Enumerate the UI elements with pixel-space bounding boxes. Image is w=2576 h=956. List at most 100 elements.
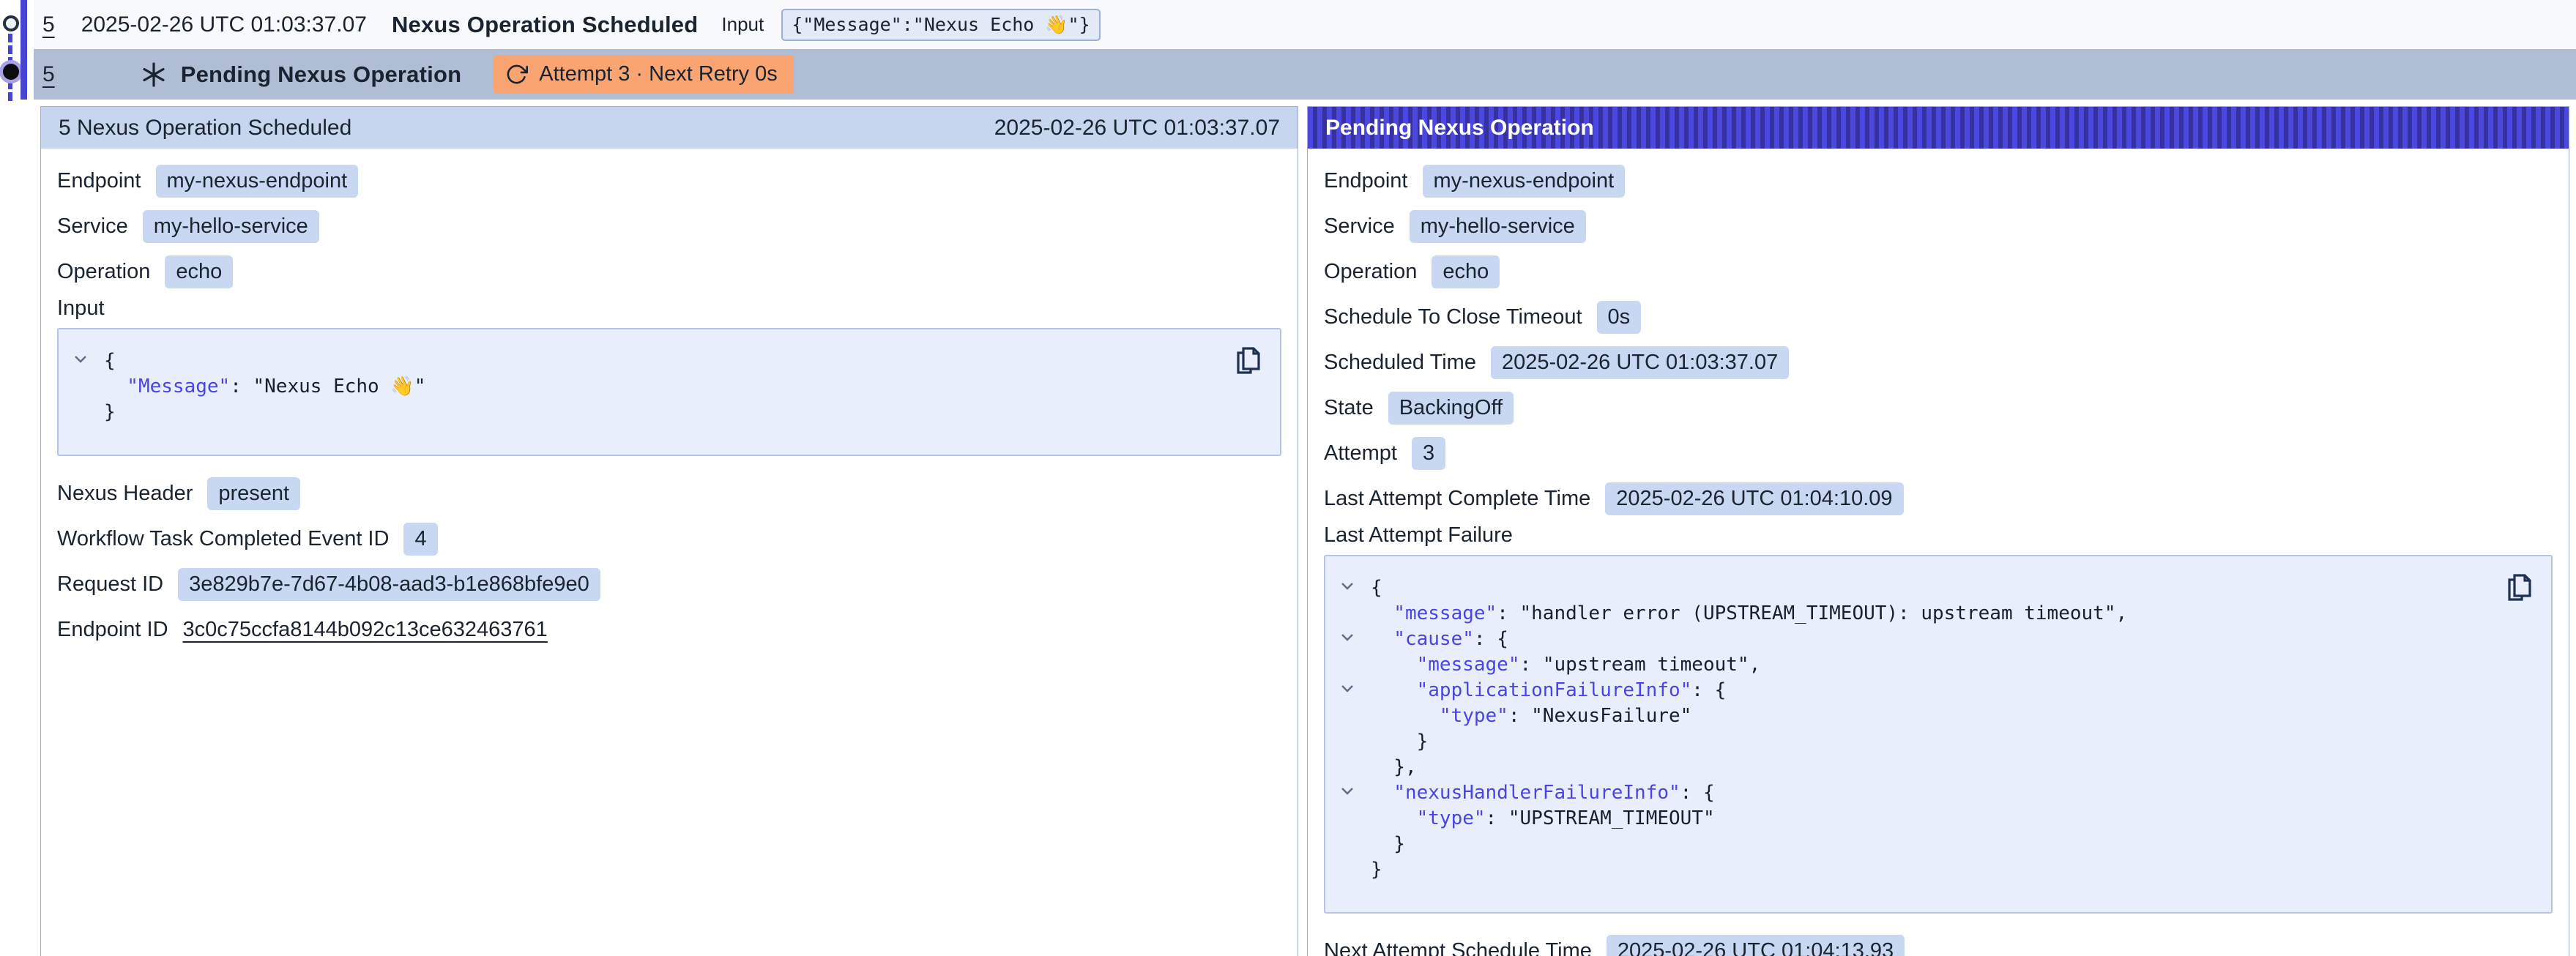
retry-badge-label: Attempt 3 · Next Retry 0s: [539, 62, 778, 86]
right-panel-title: Pending Nexus Operation: [1325, 116, 1594, 141]
selected-event-indicator-bar: [21, 0, 27, 100]
panel-nexus-operation-scheduled: 5 Nexus Operation Scheduled 2025-02-26 U…: [40, 106, 1298, 956]
field-endpoint: Endpoint my-nexus-endpoint: [1324, 158, 2553, 203]
field-service: Service my-hello-service: [57, 203, 1281, 249]
json-punct: :: [1520, 654, 1543, 676]
copy-icon[interactable]: [1233, 344, 1262, 376]
filled-circle-marker-icon: [3, 64, 19, 80]
field-last-attempt-complete-time: Last Attempt Complete Time 2025-02-26 UT…: [1324, 476, 2553, 521]
json-line: "Message": "Nexus Echo 👋": [59, 374, 1214, 400]
json-punct: ,: [1749, 654, 1761, 676]
field-endpoint: Endpoint my-nexus-endpoint: [57, 158, 1281, 203]
json-punct: : {: [1680, 782, 1715, 804]
field-request-id: Request ID 3e829b7e-7d67-4b08-aad3-b1e86…: [57, 561, 1281, 607]
field-state: State BackingOff: [1324, 385, 2553, 430]
json-line: "cause": {: [1325, 627, 2485, 652]
json-line: }: [1325, 729, 2485, 755]
json-content: { "message": "handler error (UPSTREAM_TI…: [1325, 575, 2485, 883]
field-attempt: Attempt 3: [1324, 430, 2553, 476]
event-detail-area: 5 Nexus Operation Scheduled 2025-02-26 U…: [40, 106, 2569, 956]
right-panel-header: Pending Nexus Operation: [1308, 107, 2569, 149]
json-punct: }: [1371, 731, 1428, 753]
json-line: },: [1325, 755, 2485, 780]
event-id-link[interactable]: 5: [42, 62, 55, 87]
field-workflow-task-completed-event-id: Workflow Task Completed Event ID 4: [57, 516, 1281, 561]
json-punct: : {: [1691, 679, 1726, 701]
json-line: }: [1325, 832, 2485, 857]
field-value-chip: my-nexus-endpoint: [156, 165, 359, 198]
json-punct: {: [104, 350, 116, 372]
field-value-chip: present: [207, 477, 300, 510]
field-label: Last Attempt Complete Time: [1324, 487, 1590, 511]
field-label: Operation: [1324, 260, 1417, 284]
json-punct: {: [1371, 577, 1382, 599]
chevron-down-icon[interactable]: [1340, 633, 1355, 642]
json-line: {: [59, 348, 1214, 374]
field-label: Request ID: [57, 572, 163, 597]
field-label: Endpoint ID: [57, 618, 168, 642]
field-label: Nexus Header: [57, 482, 193, 506]
field-label: Attempt: [1324, 441, 1397, 466]
event-row-nexus-operation-scheduled[interactable]: 5 2025-02-26 UTC 01:03:37.07 Nexus Opera…: [34, 0, 2576, 49]
field-label: Endpoint: [1324, 169, 1408, 193]
field-label: Scheduled Time: [1324, 351, 1476, 375]
json-string: "handler error (UPSTREAM_TIMEOUT): upstr…: [1520, 602, 2116, 624]
field-service: Service my-hello-service: [1324, 203, 2553, 249]
json-string: "upstream timeout": [1543, 654, 1749, 676]
field-label: Endpoint: [57, 169, 141, 193]
field-value-chip: 2025-02-26 UTC 01:04:13.93: [1607, 935, 1905, 956]
field-value-chip: echo: [1432, 255, 1500, 288]
json-punct: :: [1508, 705, 1531, 727]
field-value-chip: 2025-02-26 UTC 01:03:37.07: [1491, 346, 1789, 379]
field-value-chip: my-hello-service: [143, 210, 319, 243]
field-nexus-header: Nexus Header present: [57, 471, 1281, 516]
endpoint-id-link[interactable]: 3c0c75ccfa8144b092c13ce632463761: [183, 618, 548, 642]
chevron-down-icon[interactable]: [1340, 684, 1355, 693]
chevron-down-icon[interactable]: [1340, 582, 1355, 591]
field-operation: Operation echo: [1324, 249, 2553, 294]
event-input-payload-chip[interactable]: {"Message":"Nexus Echo 👋"}: [781, 9, 1100, 41]
json-key: "message": [1371, 602, 1497, 624]
left-panel-header: 5 Nexus Operation Scheduled 2025-02-26 U…: [41, 107, 1298, 149]
retry-icon: [505, 63, 528, 86]
json-content: { "Message": "Nexus Echo 👋"}: [59, 348, 1214, 425]
field-label: Service: [57, 214, 128, 239]
chevron-down-icon[interactable]: [73, 355, 88, 364]
field-value-chip: my-hello-service: [1410, 210, 1586, 243]
json-key: "applicationFailureInfo": [1371, 679, 1691, 701]
json-punct: : {: [1474, 628, 1508, 650]
json-line: "nexusHandlerFailureInfo": {: [1325, 780, 2485, 806]
field-value-chip: 0s: [1597, 301, 1642, 334]
json-string: "Nexus Echo 👋": [253, 376, 426, 397]
field-scheduled-time: Scheduled Time 2025-02-26 UTC 01:03:37.0…: [1324, 340, 2553, 385]
chevron-down-icon[interactable]: [1340, 787, 1355, 796]
json-key: "cause": [1371, 628, 1474, 650]
copy-icon[interactable]: [2504, 571, 2534, 603]
json-line: "type": "NexusFailure": [1325, 703, 2485, 729]
json-line: "message": "handler error (UPSTREAM_TIME…: [1325, 601, 2485, 627]
json-punct: }: [104, 401, 116, 423]
event-id-link[interactable]: 5: [42, 12, 55, 37]
field-label: Operation: [57, 260, 150, 284]
left-panel-body: Endpoint my-nexus-endpoint Service my-he…: [41, 149, 1298, 652]
json-line: }: [1325, 857, 2485, 883]
json-line: }: [59, 400, 1214, 425]
field-value-chip: 2025-02-26 UTC 01:04:10.09: [1605, 482, 1903, 515]
json-key: "message": [1371, 654, 1520, 676]
json-string: "NexusFailure": [1531, 705, 1691, 727]
json-string: "UPSTREAM_TIMEOUT": [1508, 807, 1715, 829]
field-label: State: [1324, 396, 1374, 420]
field-label: Service: [1324, 214, 1395, 239]
json-punct: }: [1371, 833, 1405, 855]
json-punct: },: [1371, 756, 1417, 778]
field-value-chip: echo: [165, 255, 233, 288]
field-label: Workflow Task Completed Event ID: [57, 527, 389, 551]
event-timestamp: 2025-02-26 UTC 01:03:37.07: [81, 12, 367, 37]
json-punct: :: [1486, 807, 1508, 829]
left-panel-title: 5 Nexus Operation Scheduled: [59, 116, 351, 141]
event-row-pending-nexus-operation[interactable]: 5 Pending Nexus Operation Attempt 3 · Ne…: [34, 49, 2576, 100]
field-schedule-to-close-timeout: Schedule To Close Timeout 0s: [1324, 294, 2553, 340]
panel-pending-nexus-operation: Pending Nexus Operation Endpoint my-nexu…: [1307, 106, 2569, 956]
field-label: Schedule To Close Timeout: [1324, 305, 1582, 329]
input-json-block: { "Message": "Nexus Echo 👋"}: [57, 328, 1281, 456]
